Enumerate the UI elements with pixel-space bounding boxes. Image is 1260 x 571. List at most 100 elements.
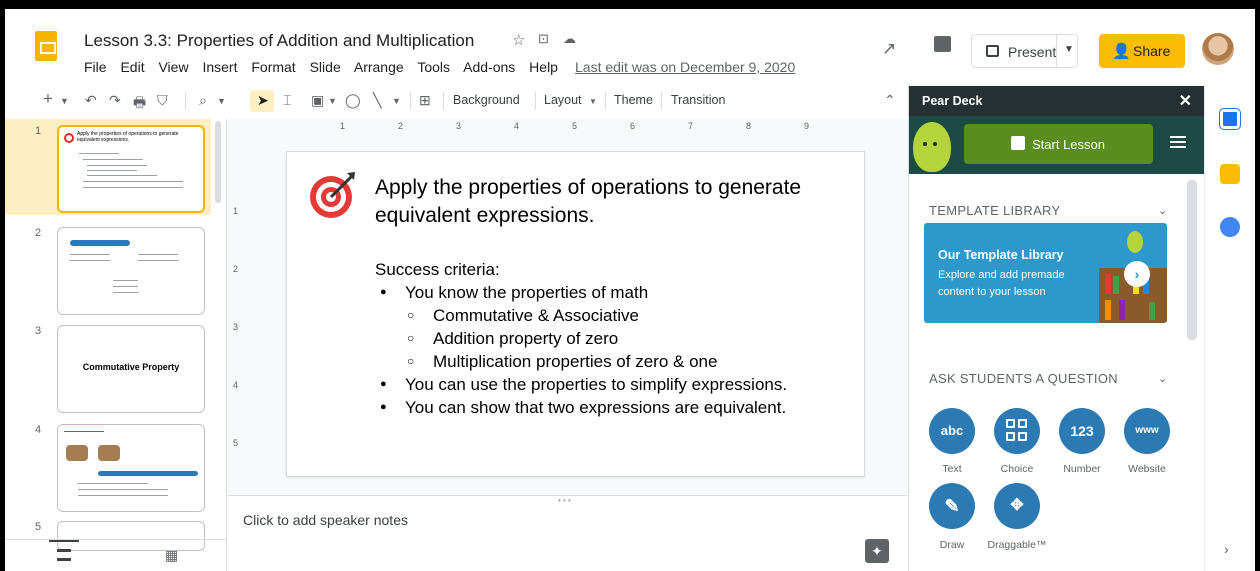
user-avatar[interactable] [1202,33,1234,65]
question-number-button[interactable]: 123 [1059,408,1105,454]
template-library-description: Explore and add premade content to your … [938,269,1065,298]
success-criteria-textbox[interactable]: Success criteria: You know the propertie… [375,258,787,419]
question-text-button[interactable]: abc [929,408,975,454]
chevron-down-icon[interactable]: ⌄ [1158,204,1167,217]
side-panel-rail: › [1204,86,1255,571]
template-library-card[interactable]: Our Template Library Explore and add pre… [924,223,1167,323]
question-website-button[interactable]: www [1124,408,1170,454]
menu-arrange[interactable]: Arrange [354,59,404,75]
pear-deck-title: Pear Deck [922,94,983,108]
menu-insert[interactable]: Insert [202,59,237,75]
transition-button[interactable]: Transition [671,93,725,107]
present-button[interactable]: Present ▼ [971,34,1078,68]
layout-button[interactable]: Layout [544,93,582,107]
menu-bar: File Edit View Insert Format Slide Arran… [84,59,568,75]
new-slide-dropdown-icon[interactable]: ▼ [60,96,69,106]
ruler-tick: 8 [746,121,752,131]
filmstrip-view-icon[interactable] [57,549,71,561]
collapse-toolbar-icon[interactable]: ⌃ [884,92,896,109]
comments-icon[interactable] [934,36,951,52]
slide-thumbnail-1[interactable]: Apply the properties of operations to ge… [57,125,205,213]
ruler-tick: 7 [688,121,694,131]
vertical-ruler[interactable]: 1 2 3 4 5 [229,149,243,449]
text-box-icon[interactable]: ⌶ [283,92,291,109]
question-label: Number [1063,463,1101,475]
present-dropdown-icon[interactable]: ▼ [1064,44,1074,55]
cloud-status-icon[interactable]: ☁ [563,31,576,47]
ruler-tick: 1 [233,206,239,216]
slide-thumbnail-4[interactable] [57,424,205,512]
slide-thumbnail-title: Apply the properties of operations to ge… [77,131,179,143]
background-button[interactable]: Background [453,93,520,107]
slide-title[interactable]: Apply the properties of operations to ge… [375,174,835,230]
current-slide[interactable]: Apply the properties of operations to ge… [286,151,865,477]
menu-view[interactable]: View [158,59,188,75]
comment-add-icon[interactable]: ⊞ [419,92,431,109]
share-label: Share [1133,43,1171,59]
menu-addons[interactable]: Add-ons [463,59,515,75]
template-library-heading[interactable]: TEMPLATE LIBRARY [929,203,1060,218]
pear-deck-banner: Start Lesson [909,116,1204,174]
shape-icon[interactable]: ◯ [345,92,361,109]
question-label: Choice [1000,463,1034,475]
slide-thumbnail-3[interactable]: Commutative Property [57,325,205,413]
filmstrip-view-bar: ▦ [5,539,227,571]
share-button[interactable]: 👤 Share [1099,34,1185,68]
select-cursor-icon[interactable]: ➤ [257,92,269,109]
activity-trend-icon[interactable]: ↗ [882,39,896,59]
question-draggable-button[interactable]: ✥ [994,483,1040,529]
slides-logo-icon[interactable] [35,31,57,61]
speaker-notes[interactable]: • • • Click to add speaker notes ✦ [228,495,907,571]
star-icon[interactable]: ☆ [512,31,525,49]
close-icon[interactable]: ✕ [1179,91,1192,111]
notes-resize-handle[interactable]: • • • [558,496,571,505]
new-slide-icon[interactable]: + [43,89,53,109]
tasks-icon[interactable] [1220,217,1240,237]
move-folder-icon[interactable]: ⊡ [538,31,549,47]
calendar-icon[interactable] [1220,109,1240,129]
document-title[interactable]: Lesson 3.3: Properties of Addition and M… [84,31,474,51]
image-icon[interactable]: ▣ [311,92,324,109]
last-edit-link[interactable]: Last edit was on December 9, 2020 [575,59,795,75]
redo-icon[interactable]: ↷ [109,92,121,109]
sub-bullet-item: Addition property of zero [375,327,787,350]
question-choice-button[interactable] [994,408,1040,454]
line-icon[interactable]: ╲ [373,92,381,109]
horizontal-ruler[interactable]: 1 2 3 4 5 6 7 8 9 [285,121,865,135]
theme-button[interactable]: Theme [614,93,653,107]
pear-deck-scrollbar[interactable] [1187,180,1197,340]
template-library-title: Our Template Library [938,248,1064,262]
filmstrip-scrollbar[interactable] [215,121,221,203]
sub-bullet-item: Multiplication properties of zero & one [375,350,787,373]
pear-icon [1127,231,1143,253]
ask-students-heading[interactable]: ASK STUDENTS A QUESTION [929,371,1118,386]
menu-edit[interactable]: Edit [120,59,144,75]
target-icon [64,133,74,143]
zoom-dropdown-icon[interactable]: ▼ [217,96,226,106]
image-dropdown-icon[interactable]: ▼ [328,96,337,106]
print-icon[interactable]: 🖶 [133,92,146,116]
zoom-icon[interactable]: ⌕ [199,92,207,109]
chevron-down-icon[interactable]: ⌄ [1158,372,1167,385]
grid-view-icon[interactable]: ▦ [165,547,178,564]
view-active-indicator [49,540,79,542]
paint-format-icon[interactable]: ⛉ [157,92,168,109]
explore-sparkle-icon[interactable]: ✦ [865,539,889,563]
ruler-tick: 2 [233,264,239,274]
question-draw-button[interactable]: ✎ [929,483,975,529]
hamburger-menu-icon[interactable] [1170,136,1186,148]
keep-icon[interactable] [1220,164,1240,184]
slide-thumbnail-2[interactable] [57,227,205,315]
slide-number: 3 [35,325,42,337]
menu-help[interactable]: Help [529,59,558,75]
menu-file[interactable]: File [84,59,107,75]
chevron-right-icon[interactable]: › [1124,261,1150,287]
expand-panel-icon[interactable]: › [1224,541,1229,557]
menu-format[interactable]: Format [251,59,295,75]
menu-tools[interactable]: Tools [417,59,450,75]
line-dropdown-icon[interactable]: ▼ [392,96,401,106]
start-lesson-button[interactable]: Start Lesson [964,124,1153,164]
undo-icon[interactable]: ↶ [85,92,97,109]
layout-dropdown-icon[interactable]: ▼ [589,97,597,106]
menu-slide[interactable]: Slide [310,59,341,75]
